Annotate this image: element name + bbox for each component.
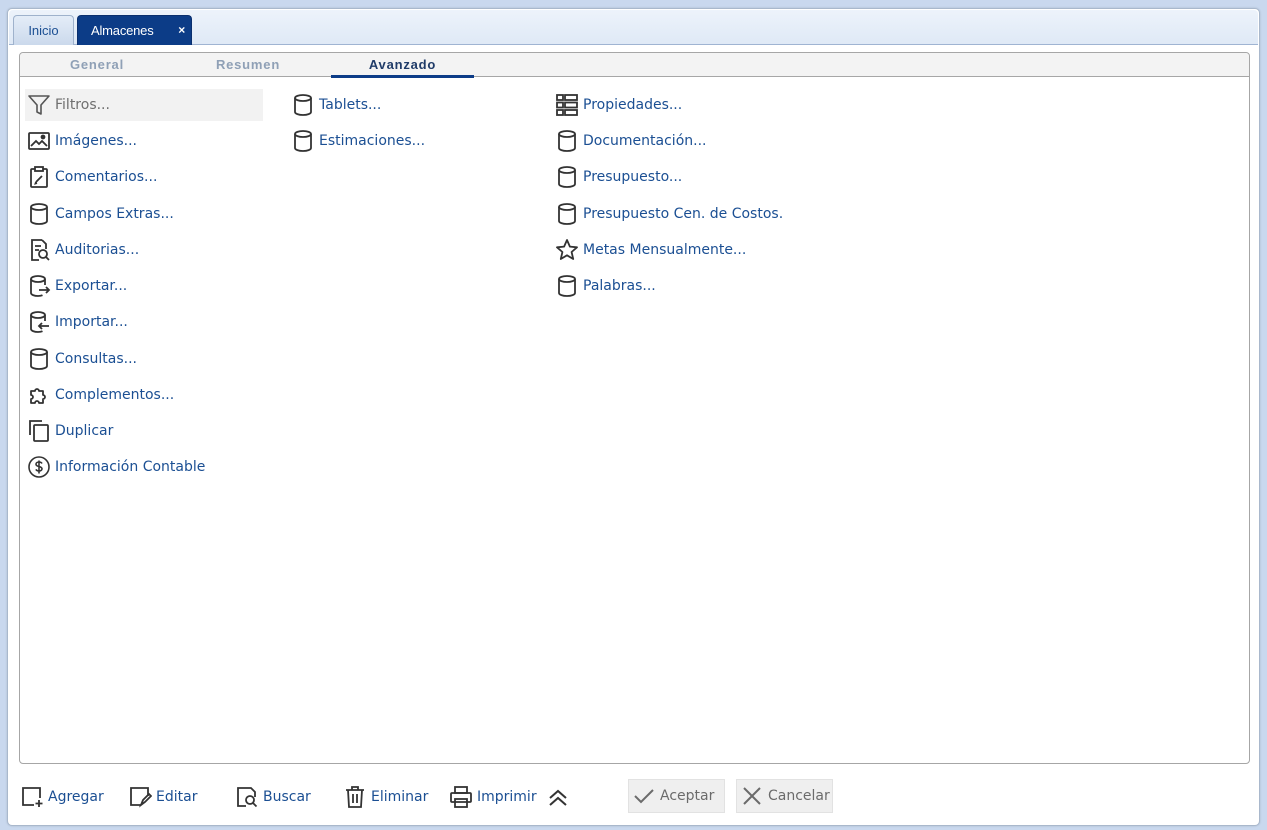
check-icon bbox=[632, 784, 656, 808]
menu-item-comentarios[interactable]: Comentarios... bbox=[25, 161, 157, 193]
cancel-button[interactable]: Cancelar bbox=[736, 779, 833, 813]
database-icon bbox=[26, 201, 52, 227]
edit-button[interactable]: Editar bbox=[127, 781, 197, 813]
menu-item-imagenes-label: Imágenes... bbox=[55, 133, 137, 149]
menu-item-complementos[interactable]: Complementos... bbox=[25, 379, 174, 411]
filter-input[interactable]: Filtros... bbox=[25, 89, 263, 121]
filter-placeholder: Filtros... bbox=[55, 97, 110, 113]
menu-item-presupuesto-cen-costos[interactable]: Presupuesto Cen. de Costos. bbox=[553, 198, 783, 230]
print-button[interactable]: Imprimir bbox=[448, 781, 537, 813]
database-icon bbox=[554, 201, 580, 227]
menu-item-informacion-contable[interactable]: Información Contable bbox=[25, 451, 205, 483]
menu-item-propiedades[interactable]: Propiedades... bbox=[553, 89, 682, 121]
menu-item-auditorias[interactable]: Auditorias... bbox=[25, 234, 139, 266]
menu-item-metas-mensualmente[interactable]: Metas Mensualmente... bbox=[553, 234, 746, 266]
menu-item-campos-extras-label: Campos Extras... bbox=[55, 206, 174, 222]
subtab-resumen[interactable]: Resumen bbox=[188, 53, 308, 76]
menu-item-tablets[interactable]: Tablets... bbox=[289, 89, 381, 121]
menu-item-presupuesto-cen-costos-label: Presupuesto Cen. de Costos. bbox=[583, 206, 784, 222]
print-button-label: Imprimir bbox=[477, 789, 537, 805]
tab-strip: Inicio Almacenes × bbox=[9, 10, 1258, 45]
filter-icon bbox=[26, 92, 52, 118]
menu-item-tablets-label: Tablets... bbox=[319, 97, 382, 113]
add-icon bbox=[19, 784, 45, 810]
content-panel: General Resumen Avanzado bbox=[19, 52, 1250, 764]
menu-item-duplicar[interactable]: Duplicar bbox=[25, 415, 113, 447]
menu-item-presupuesto-label: Presupuesto... bbox=[583, 169, 683, 185]
menu-item-estimaciones[interactable]: Estimaciones... bbox=[289, 125, 425, 157]
close-x-icon bbox=[740, 784, 764, 808]
dollar-circle-icon bbox=[26, 454, 52, 480]
add-button-label: Agregar bbox=[48, 789, 104, 805]
accept-button[interactable]: Aceptar bbox=[628, 779, 725, 813]
menu-item-importar[interactable]: Importar... bbox=[25, 306, 128, 338]
properties-list-icon bbox=[554, 92, 580, 118]
edit-button-label: Editar bbox=[156, 789, 198, 805]
accept-button-label: Aceptar bbox=[660, 788, 715, 804]
trash-icon bbox=[342, 784, 368, 810]
menu-item-documentacion[interactable]: Documentación... bbox=[553, 125, 706, 157]
double-chevron-up-icon bbox=[545, 784, 571, 810]
tab-almacenes-label: Almacenes bbox=[91, 23, 154, 38]
delete-button[interactable]: Eliminar bbox=[342, 781, 428, 813]
database-icon bbox=[554, 273, 580, 299]
search-icon bbox=[234, 784, 260, 810]
puzzle-icon bbox=[26, 382, 52, 408]
delete-button-label: Eliminar bbox=[371, 789, 429, 805]
subtab-general[interactable]: General bbox=[37, 53, 157, 76]
database-icon bbox=[26, 346, 52, 372]
tab-almacenes[interactable]: Almacenes × bbox=[77, 15, 192, 45]
copy-icon bbox=[26, 418, 52, 444]
close-icon[interactable]: × bbox=[178, 23, 185, 37]
database-icon bbox=[290, 128, 316, 154]
menu-item-metas-mensualmente-label: Metas Mensualmente... bbox=[583, 242, 747, 258]
image-icon bbox=[26, 128, 52, 154]
edit-icon bbox=[127, 784, 153, 810]
menu-item-documentacion-label: Documentación... bbox=[583, 133, 707, 149]
menu-item-palabras[interactable]: Palabras... bbox=[553, 270, 656, 302]
tab-inicio[interactable]: Inicio bbox=[13, 15, 74, 45]
subtab-avanzado-label: Avanzado bbox=[368, 57, 437, 72]
subtab-bar: General Resumen Avanzado bbox=[20, 53, 1249, 78]
menu-item-informacion-contable-label: Información Contable bbox=[55, 459, 206, 475]
database-icon bbox=[554, 128, 580, 154]
subtab-avanzado[interactable]: Avanzado bbox=[331, 53, 474, 78]
menu-item-consultas-label: Consultas... bbox=[55, 351, 137, 367]
menu-item-palabras-label: Palabras... bbox=[583, 278, 656, 294]
menu-item-comentarios-label: Comentarios... bbox=[55, 169, 158, 185]
cancel-button-label: Cancelar bbox=[768, 788, 830, 804]
search-button[interactable]: Buscar bbox=[234, 781, 311, 813]
menu-item-estimaciones-label: Estimaciones... bbox=[319, 133, 426, 149]
menu-item-importar-label: Importar... bbox=[55, 314, 128, 330]
menu-item-propiedades-label: Propiedades... bbox=[583, 97, 683, 113]
menu-item-duplicar-label: Duplicar bbox=[55, 423, 114, 439]
printer-icon bbox=[448, 784, 474, 810]
collapse-toolbar-button[interactable] bbox=[545, 781, 574, 813]
add-button[interactable]: Agregar bbox=[19, 781, 104, 813]
clipboard-edit-icon bbox=[26, 164, 52, 190]
database-icon bbox=[290, 92, 316, 118]
menu-item-imagenes[interactable]: Imágenes... bbox=[25, 125, 137, 157]
menu-item-complementos-label: Complementos... bbox=[55, 387, 175, 403]
menu-item-exportar-label: Exportar... bbox=[55, 278, 128, 294]
database-icon bbox=[554, 164, 580, 190]
menu-item-presupuesto[interactable]: Presupuesto... bbox=[553, 161, 682, 193]
audit-search-icon bbox=[26, 237, 52, 263]
menu-item-exportar[interactable]: Exportar... bbox=[25, 270, 127, 302]
menu-item-consultas[interactable]: Consultas... bbox=[25, 343, 137, 375]
database-import-icon bbox=[26, 309, 52, 335]
star-icon bbox=[554, 237, 580, 263]
database-export-icon bbox=[26, 273, 52, 299]
subtab-general-label: General bbox=[69, 57, 124, 72]
search-button-label: Buscar bbox=[263, 789, 311, 805]
tab-inicio-label: Inicio bbox=[28, 23, 59, 38]
active-tab-indicator bbox=[331, 75, 474, 78]
subtab-resumen-label: Resumen bbox=[215, 57, 281, 72]
menu-item-auditorias-label: Auditorias... bbox=[55, 242, 140, 258]
menu-item-campos-extras[interactable]: Campos Extras... bbox=[25, 198, 174, 230]
